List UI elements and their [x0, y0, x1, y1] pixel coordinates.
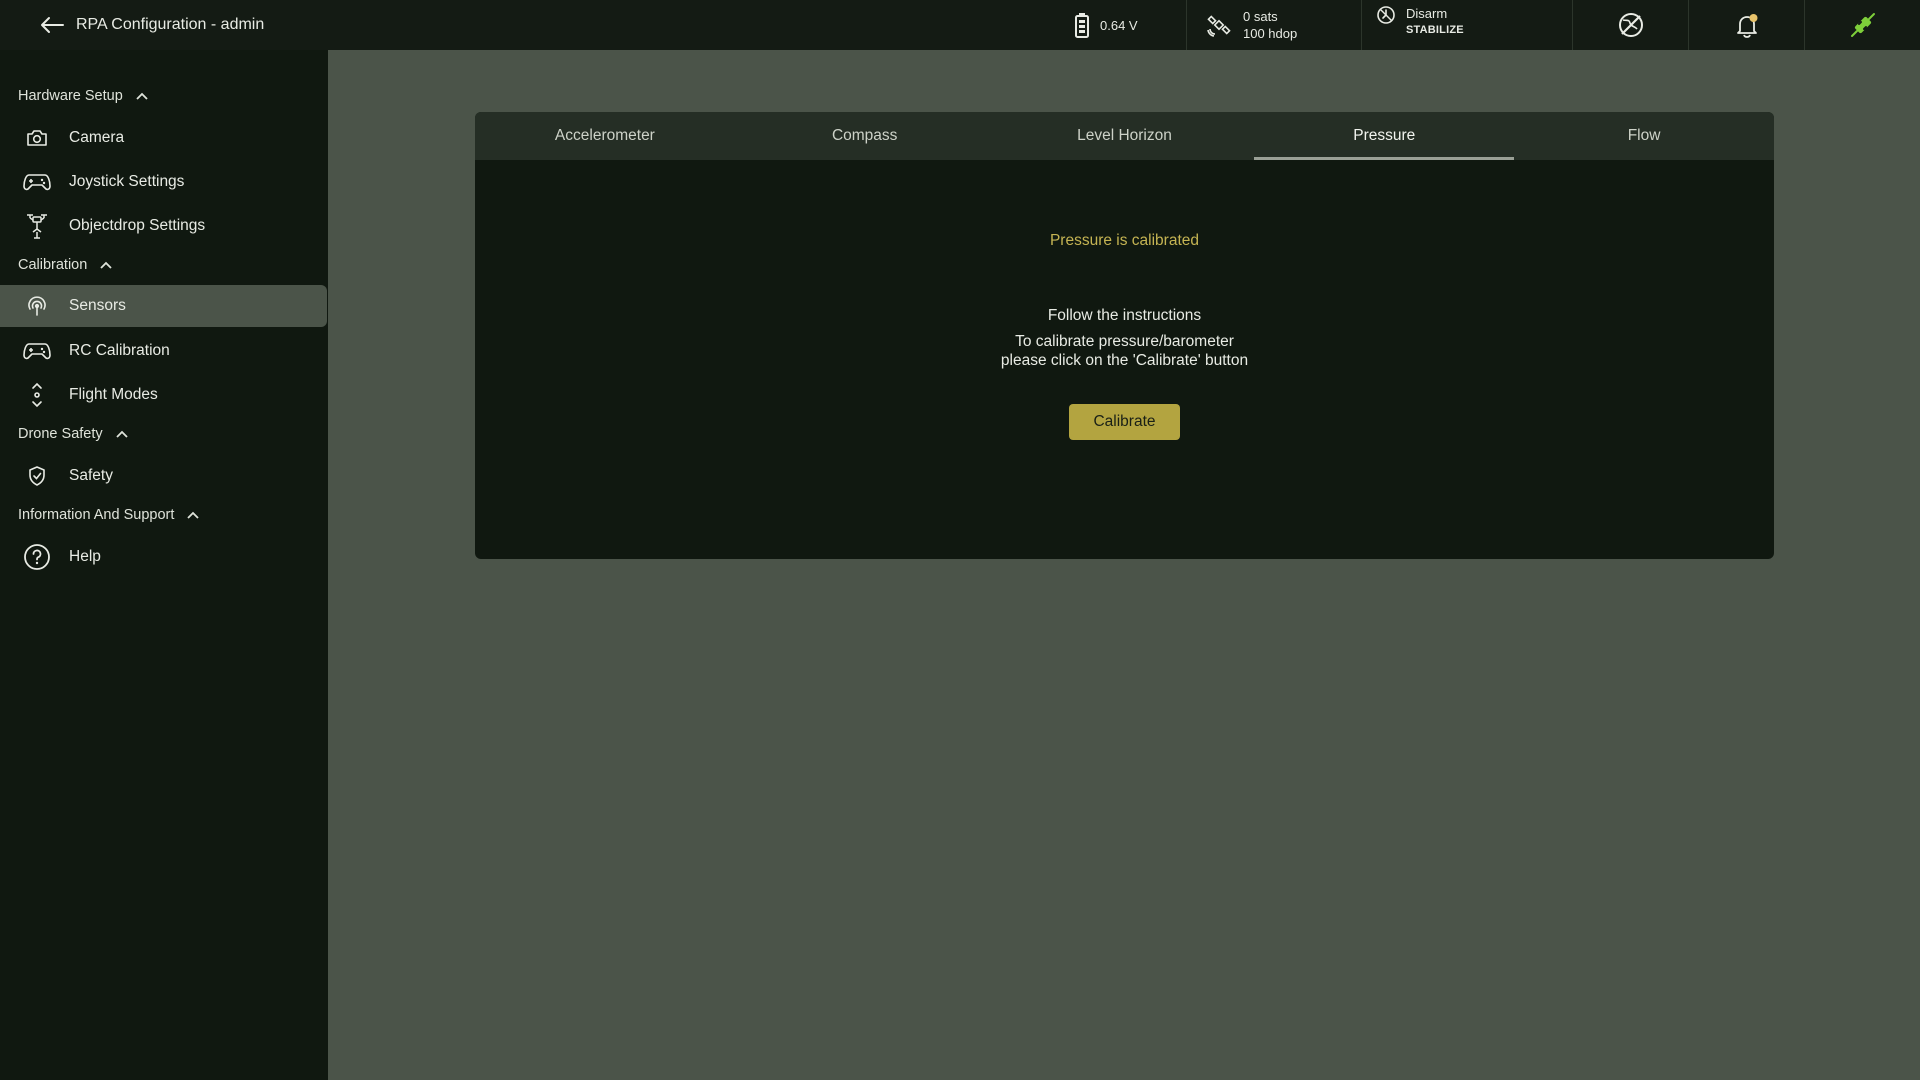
flight-modes-icon [22, 380, 52, 410]
top-bar: RPA Configuration - admin 0.64 V 0 sats … [0, 0, 1920, 50]
flight-mode-text: STABILIZE [1406, 24, 1464, 36]
sidebar-item-label: RC Calibration [69, 342, 170, 359]
no-gps-icon [1618, 13, 1643, 37]
sidebar-item-rc-calibration[interactable]: RC Calibration [0, 330, 327, 372]
tab-accelerometer[interactable]: Accelerometer [475, 112, 735, 160]
app-title: RPA Configuration - admin [76, 16, 265, 33]
plug-connected-icon [1850, 13, 1875, 37]
chevron-up-icon [136, 92, 148, 100]
instructions-line: please click on the 'Calibrate' button [1000, 352, 1249, 369]
sidebar: Hardware Setup Camera Joystick Settings … [0, 50, 328, 1080]
battery-icon [1075, 13, 1089, 38]
arm-status-icon [1377, 6, 1395, 24]
tab-compass[interactable]: Compass [735, 112, 995, 160]
chevron-up-icon [100, 261, 112, 269]
camera-icon [22, 123, 52, 153]
section-hardware-setup[interactable]: Hardware Setup [18, 88, 149, 104]
gps-status-button[interactable] [1572, 0, 1688, 50]
connection-button[interactable] [1804, 0, 1920, 50]
sidebar-item-sensors[interactable]: Sensors [0, 285, 327, 327]
calibrate-button[interactable]: Calibrate [1069, 404, 1180, 440]
sidebar-item-label: Safety [69, 467, 113, 484]
section-label: Information And Support [18, 507, 175, 523]
section-label: Hardware Setup [18, 88, 123, 104]
gps-hdop: 100 hdop [1243, 26, 1298, 41]
sidebar-item-camera[interactable]: Camera [0, 117, 327, 159]
battery-voltage: 0.64 V [1100, 17, 1138, 33]
calibration-panel: Accelerometer Compass Level Horizon Pres… [475, 112, 1774, 559]
notifications-button[interactable] [1688, 0, 1804, 50]
sidebar-item-label: Objectdrop Settings [69, 217, 206, 234]
chevron-up-icon [187, 511, 200, 519]
sidebar-item-label: Sensors [69, 297, 126, 314]
sidebar-item-help[interactable]: Help [0, 536, 327, 578]
tab-flow[interactable]: Flow [1514, 112, 1774, 160]
section-label: Calibration [18, 257, 88, 273]
gps-sats: 0 sats [1243, 9, 1278, 24]
instructions-title: Follow the instructions [1047, 307, 1202, 324]
sidebar-item-label: Camera [69, 129, 125, 146]
section-calibration[interactable]: Calibration [18, 257, 113, 273]
rc-gamepad-icon [22, 336, 52, 366]
section-label: Drone Safety [18, 426, 103, 442]
arm-status-text: Disarm [1406, 6, 1448, 21]
bell-icon [1736, 14, 1757, 38]
sidebar-item-label: Joystick Settings [69, 173, 185, 190]
instructions-line: To calibrate pressure/barometer [1015, 333, 1234, 350]
drone-drop-icon [22, 211, 52, 241]
satellite-icon [1207, 15, 1231, 37]
sensor-tabs: Accelerometer Compass Level Horizon Pres… [475, 112, 1774, 160]
shield-icon [22, 461, 52, 491]
help-icon [22, 542, 52, 572]
instructions-text: To calibrate pressure/barometer please c… [475, 332, 1774, 370]
chevron-up-icon [116, 430, 128, 438]
battery-indicator[interactable]: 0.64 V [1074, 0, 1186, 50]
sidebar-item-label: Flight Modes [69, 386, 158, 403]
arm-status-indicator[interactable]: Disarm STABILIZE [1361, 0, 1572, 50]
calibration-status: Pressure is calibrated [1049, 232, 1200, 249]
sidebar-item-safety[interactable]: Safety [0, 455, 327, 497]
tab-level-horizon[interactable]: Level Horizon [995, 112, 1255, 160]
sidebar-item-joystick-settings[interactable]: Joystick Settings [0, 161, 327, 203]
sidebar-item-flight-modes[interactable]: Flight Modes [0, 374, 327, 416]
gamepad-icon [22, 167, 52, 197]
section-drone-safety[interactable]: Drone Safety [18, 426, 129, 442]
gps-indicator[interactable]: 0 sats 100 hdop [1186, 0, 1361, 50]
sidebar-item-label: Help [69, 548, 101, 565]
arrow-left-icon [41, 17, 64, 33]
tab-pressure[interactable]: Pressure [1254, 112, 1514, 160]
section-information-and-support[interactable]: Information And Support [18, 507, 200, 523]
sensor-icon [22, 291, 52, 321]
back-button[interactable] [32, 5, 72, 45]
sidebar-item-objectdrop-settings[interactable]: Objectdrop Settings [0, 205, 327, 247]
